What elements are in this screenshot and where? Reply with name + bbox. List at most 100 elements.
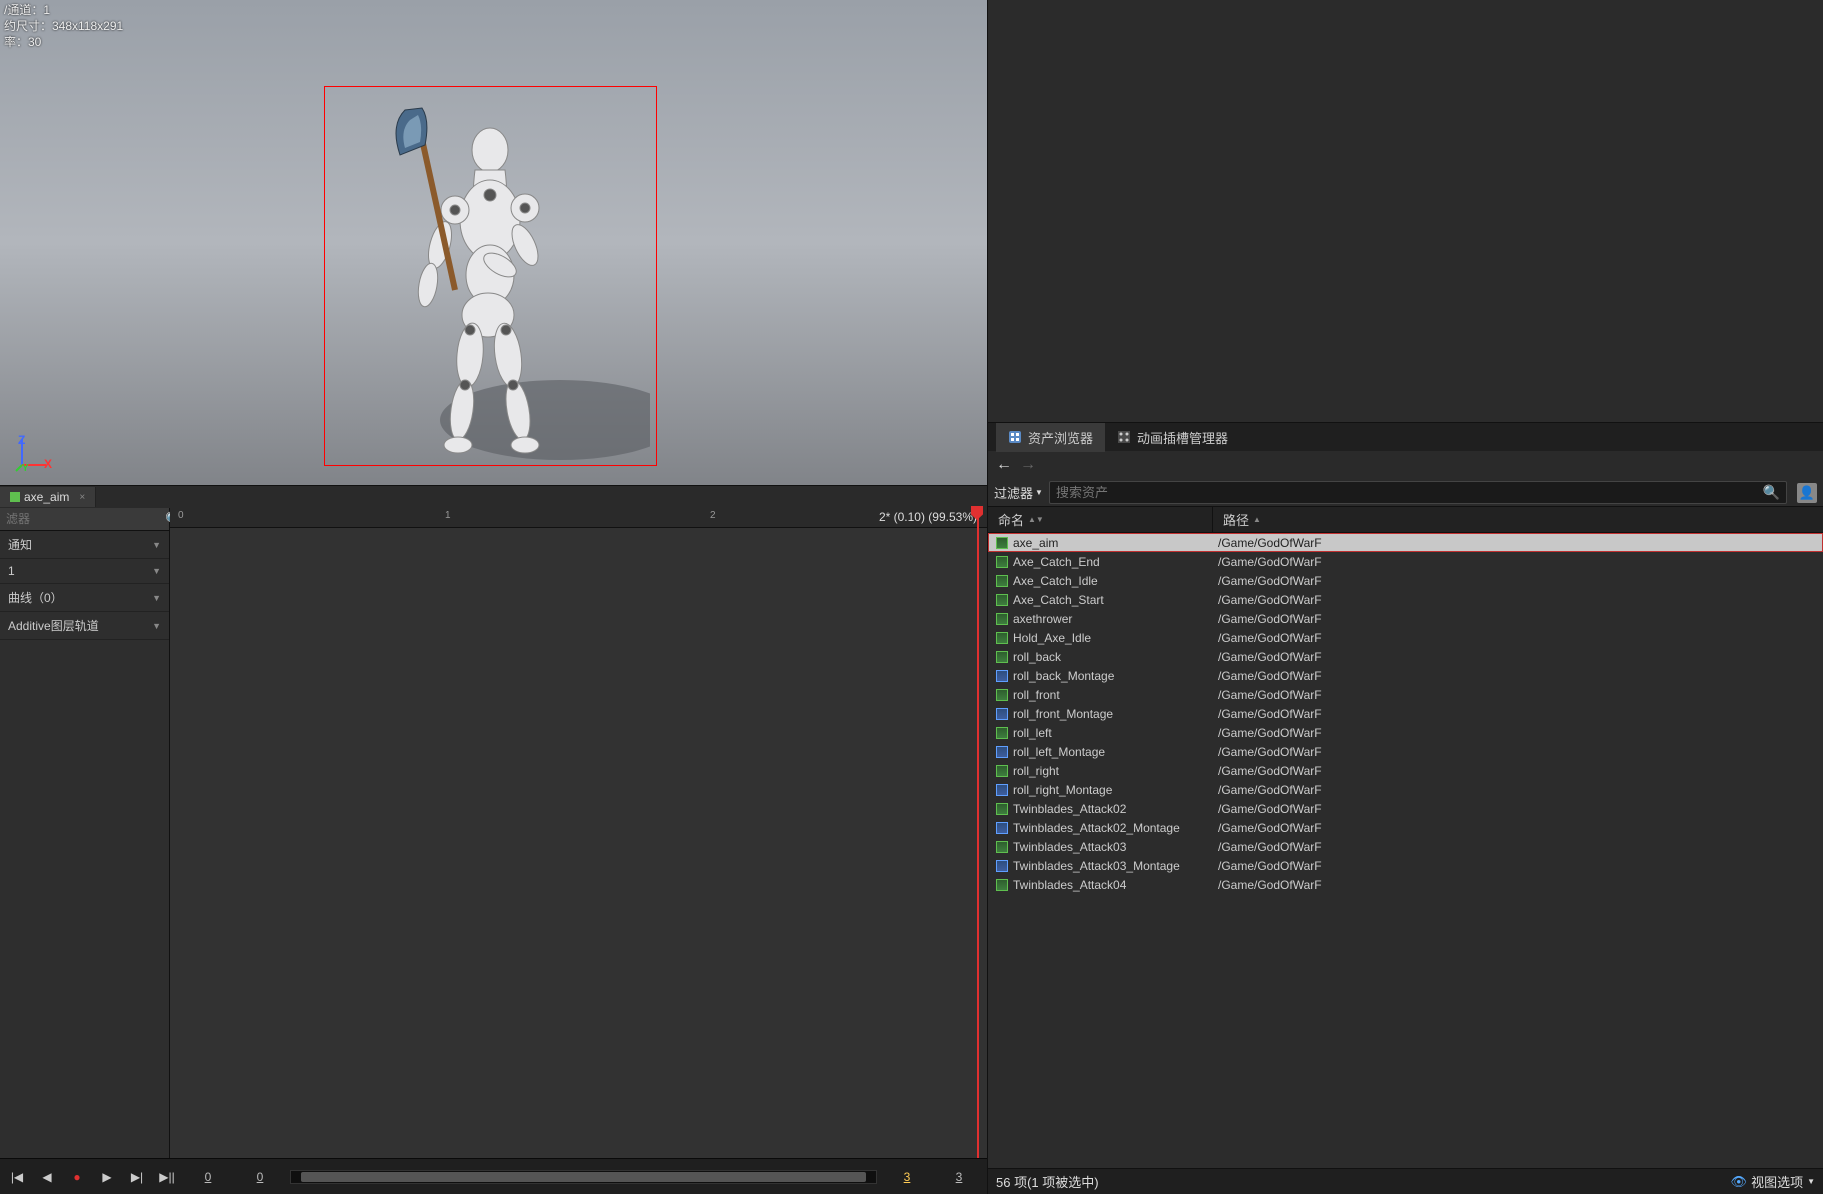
asset-row[interactable]: Twinblades_Attack02/Game/GodOfWarF <box>988 799 1823 818</box>
asset-search-input[interactable] <box>1056 485 1763 500</box>
close-icon[interactable]: × <box>79 492 85 503</box>
tab-slot-manager[interactable]: 动画插槽管理器 <box>1105 423 1240 452</box>
track-filter-input[interactable] <box>2 510 165 528</box>
right-panel-tabs: 资产浏览器 动画插槽管理器 <box>988 423 1823 451</box>
nav-forward-button[interactable]: → <box>1020 456 1036 474</box>
range-end[interactable]: 3 <box>885 1170 929 1184</box>
anim-asset-icon <box>996 613 1008 625</box>
timeline-position-readout: 2* (0.10) (99.53%) <box>879 510 977 524</box>
asset-row[interactable]: roll_right/Game/GodOfWarF <box>988 761 1823 780</box>
asset-name: Axe_Catch_Start <box>1013 593 1218 607</box>
asset-tab-axe-aim[interactable]: axe_aim × <box>0 487 96 507</box>
asset-row[interactable]: roll_front_Montage/Game/GodOfWarF <box>988 704 1823 723</box>
chevron-down-icon: ▼ <box>1807 1177 1815 1186</box>
range-start[interactable]: 0 <box>238 1170 282 1184</box>
track-label: 曲线（0） <box>8 589 63 606</box>
viewport-3d[interactable]: /通道：1 约尺寸：348x118x291 率：30 <box>0 0 987 485</box>
asset-row[interactable]: Axe_Catch_Idle/Game/GodOfWarF <box>988 571 1823 590</box>
asset-row[interactable]: Twinblades_Attack02_Montage/Game/GodOfWa… <box>988 818 1823 837</box>
track-item[interactable]: 通知▼ <box>0 531 169 559</box>
asset-path: /Game/GodOfWarF <box>1218 726 1823 740</box>
tab-label: 资产浏览器 <box>1028 428 1093 447</box>
asset-row[interactable]: Twinblades_Attack04/Game/GodOfWarF <box>988 875 1823 894</box>
sort-icon: ▲▼ <box>1028 515 1044 524</box>
asset-row[interactable]: Hold_Axe_Idle/Game/GodOfWarF <box>988 628 1823 647</box>
anim-asset-icon <box>996 879 1008 891</box>
step-back-button[interactable]: ◀ <box>36 1166 58 1188</box>
track-item[interactable]: 曲线（0）▼ <box>0 584 169 612</box>
asset-name: axethrower <box>1013 612 1218 626</box>
asset-path: /Game/GodOfWarF <box>1218 840 1823 854</box>
slot-manager-icon <box>1117 430 1131 444</box>
asset-row[interactable]: roll_right_Montage/Game/GodOfWarF <box>988 780 1823 799</box>
asset-name: roll_left_Montage <box>1013 745 1218 759</box>
anim-asset-icon <box>996 841 1008 853</box>
asset-row[interactable]: Twinblades_Attack03_Montage/Game/GodOfWa… <box>988 856 1823 875</box>
timeline-canvas[interactable]: 0 1 2 2* (0.10) (99.53%) <box>170 508 987 1158</box>
column-header-name[interactable]: 命名▲▼ <box>988 507 1213 532</box>
asset-name: roll_front <box>1013 688 1218 702</box>
skip-start-button[interactable]: |◀ <box>6 1166 28 1188</box>
chevron-down-icon: ▼ <box>152 621 161 631</box>
asset-row[interactable]: roll_back/Game/GodOfWarF <box>988 647 1823 666</box>
anim-asset-icon <box>996 860 1008 872</box>
anim-asset-icon <box>996 556 1008 568</box>
asset-row[interactable]: Axe_Catch_Start/Game/GodOfWarF <box>988 590 1823 609</box>
tab-asset-browser[interactable]: 资产浏览器 <box>996 423 1105 452</box>
anim-asset-icon <box>996 670 1008 682</box>
play-button[interactable]: ▶ <box>96 1166 118 1188</box>
range-start-min[interactable]: 0 <box>186 1170 230 1184</box>
anim-asset-icon <box>996 651 1008 663</box>
asset-browser-icon <box>1008 430 1022 444</box>
track-item[interactable]: Additive图层轨道▼ <box>0 612 169 640</box>
asset-row[interactable]: roll_left/Game/GodOfWarF <box>988 723 1823 742</box>
asset-row[interactable]: Twinblades_Attack03/Game/GodOfWarF <box>988 837 1823 856</box>
asset-path: /Game/GodOfWarF <box>1218 783 1823 797</box>
anim-asset-icon <box>996 632 1008 644</box>
asset-path: /Game/GodOfWarF <box>1218 555 1823 569</box>
nav-back-button[interactable]: ← <box>996 456 1012 474</box>
browser-nav-row: ← → <box>988 451 1823 479</box>
column-header-path[interactable]: 路径▲ <box>1213 507 1271 532</box>
asset-tab-bar: axe_aim × <box>0 485 987 508</box>
asset-list[interactable]: axe_aim/Game/GodOfWarFAxe_Catch_End/Game… <box>988 533 1823 1168</box>
skip-end-button[interactable]: ▶|| <box>156 1166 178 1188</box>
transport-scrollbar[interactable] <box>290 1170 877 1184</box>
asset-row[interactable]: roll_front/Game/GodOfWarF <box>988 685 1823 704</box>
ruler-tick: 2 <box>710 510 716 521</box>
filter-dropdown[interactable]: 过滤器▼ <box>994 483 1043 502</box>
asset-tab-label: axe_aim <box>24 490 69 504</box>
asset-name: Twinblades_Attack02_Montage <box>1013 821 1218 835</box>
step-forward-button[interactable]: ▶| <box>126 1166 148 1188</box>
track-item[interactable]: 1▼ <box>0 559 169 584</box>
record-button[interactable]: ● <box>66 1166 88 1188</box>
asset-path: /Game/GodOfWarF <box>1218 764 1823 778</box>
search-icon[interactable]: 🔍 <box>1763 484 1780 501</box>
anim-asset-icon <box>996 594 1008 606</box>
asset-name: Axe_Catch_Idle <box>1013 574 1218 588</box>
asset-row[interactable]: roll_left_Montage/Game/GodOfWarF <box>988 742 1823 761</box>
anim-asset-icon <box>996 727 1008 739</box>
timeline-ruler[interactable]: 0 1 2 2* (0.10) (99.53%) <box>170 508 987 528</box>
asset-row[interactable]: roll_back_Montage/Game/GodOfWarF <box>988 666 1823 685</box>
asset-row[interactable]: axe_aim/Game/GodOfWarF <box>988 533 1823 552</box>
user-icon[interactable]: 👤 <box>1797 483 1817 503</box>
scrollbar-thumb[interactable] <box>301 1172 866 1182</box>
asset-path: /Game/GodOfWarF <box>1218 745 1823 759</box>
anim-asset-icon <box>996 765 1008 777</box>
sort-icon: ▲ <box>1253 515 1261 524</box>
asset-path: /Game/GodOfWarF <box>1218 878 1823 892</box>
asset-row[interactable]: axethrower/Game/GodOfWarF <box>988 609 1823 628</box>
asset-row[interactable]: Axe_Catch_End/Game/GodOfWarF <box>988 552 1823 571</box>
track-label: 通知 <box>8 536 32 553</box>
browser-filter-row: 过滤器▼ 🔍 👤 <box>988 479 1823 506</box>
asset-name: axe_aim <box>1013 536 1218 550</box>
track-sidebar: 🔍 2* 通知▼1▼曲线（0）▼Additive图层轨道▼ <box>0 508 170 1158</box>
asset-name: Twinblades_Attack04 <box>1013 878 1218 892</box>
anim-asset-icon <box>996 822 1008 834</box>
range-end-max[interactable]: 3 <box>937 1170 981 1184</box>
ruler-tick: 1 <box>445 510 451 521</box>
asset-search-box[interactable]: 🔍 <box>1049 481 1787 504</box>
playhead[interactable] <box>977 508 979 1158</box>
view-options-dropdown[interactable]: 👁 视图选项 ▼ <box>1731 1172 1815 1191</box>
